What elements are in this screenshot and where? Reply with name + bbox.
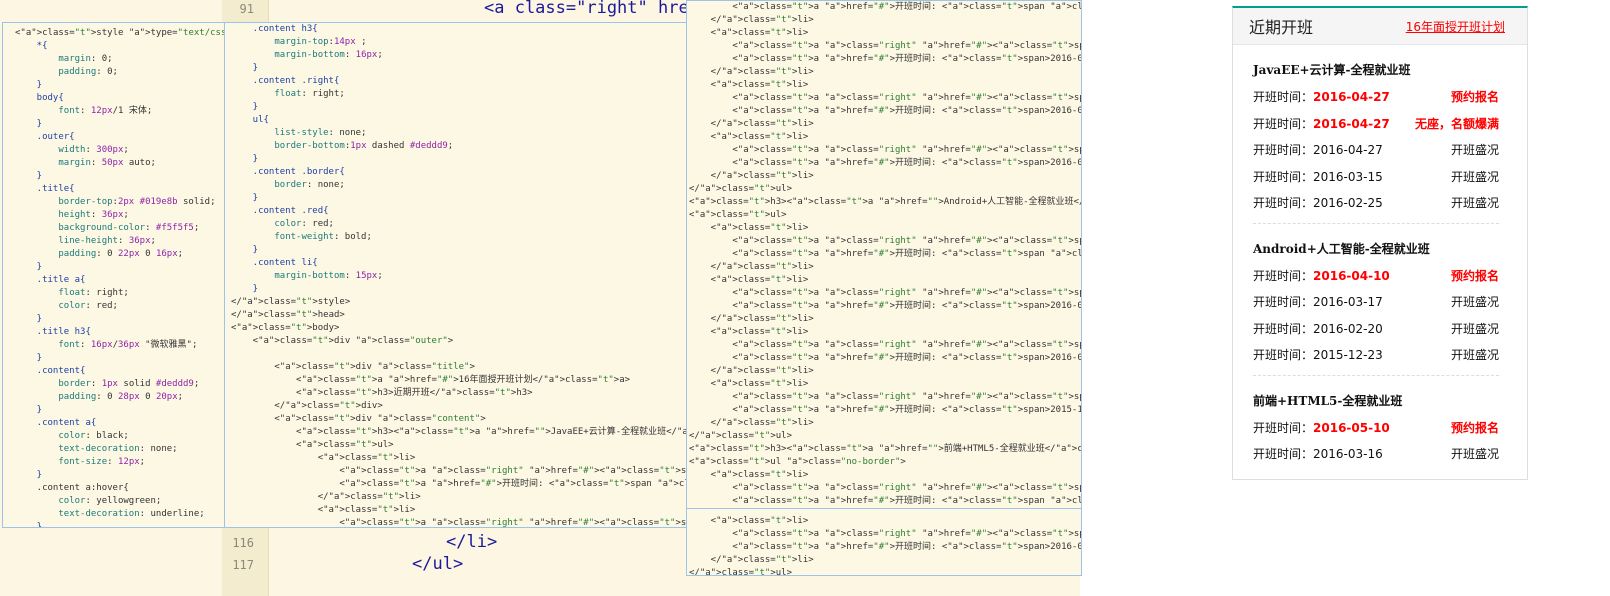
class-time-link[interactable]: 开班时间：2016-02-25 bbox=[1253, 194, 1383, 221]
code-pane-html-1[interactable]: <"a">class="t">a "a">href="#">开班时间: <"a"… bbox=[686, 0, 1082, 510]
code-block: .content h3{ margin-top:14px ; margin-bo… bbox=[231, 24, 687, 528]
class-row: 开班时间：2015-12-23 开班盛况 bbox=[1253, 346, 1499, 373]
class-status-link[interactable]: 开班盛况 bbox=[1451, 445, 1499, 472]
class-time-link[interactable]: 开班时间：2016-05-10 bbox=[1253, 419, 1390, 446]
editor-code-line[interactable]: <a class="right" href=" bbox=[484, 0, 719, 18]
code-pane-css-1[interactable]: <"a">class="t">style "a">type="text/css"… bbox=[2, 22, 226, 528]
class-date: 2016-03-15 bbox=[1313, 169, 1383, 184]
class-group: Android+人工智能-全程就业班 开班时间：2016-04-10 预约报名 开班时… bbox=[1253, 240, 1499, 376]
class-date: 2016-04-27 bbox=[1313, 116, 1390, 131]
class-time-link[interactable]: 开班时间：2016-03-16 bbox=[1253, 445, 1383, 472]
time-label: 开班时间： bbox=[1253, 268, 1314, 283]
class-time-link[interactable]: 开班时间：2016-03-15 bbox=[1253, 168, 1383, 195]
class-status-link[interactable]: 开班盛况 bbox=[1451, 168, 1499, 195]
class-status-link[interactable]: 无座，名额爆满 bbox=[1415, 115, 1499, 142]
class-date: 2016-04-10 bbox=[1313, 268, 1390, 283]
class-row: 开班时间：2016-03-15 开班盛况 bbox=[1253, 168, 1499, 195]
class-row: 开班时间：2016-04-27 无座，名额爆满 bbox=[1253, 115, 1499, 142]
widget-title: 近期开班 bbox=[1249, 18, 1314, 37]
widget-title-bar: 近期开班 16年面授开班计划 bbox=[1233, 8, 1527, 45]
class-date: 2015-12-23 bbox=[1313, 348, 1383, 362]
plan-link[interactable]: 16年面授开班计划 bbox=[1406, 18, 1505, 35]
class-time-link[interactable]: 开班时间：2016-04-10 bbox=[1253, 267, 1390, 294]
class-status-link[interactable]: 开班盛况 bbox=[1451, 141, 1499, 168]
class-date: 2016-04-27 bbox=[1313, 143, 1383, 157]
class-status-link[interactable]: 开班盛况 bbox=[1451, 320, 1499, 347]
class-row: 开班时间：2016-05-10 预约报名 bbox=[1253, 419, 1499, 446]
class-status-link[interactable]: 预约报名 bbox=[1451, 419, 1499, 446]
time-label: 开班时间： bbox=[1253, 420, 1314, 435]
code-block: <"a">class="t">a "a">href="#">开班时间: <"a"… bbox=[689, 2, 1082, 506]
class-status-link[interactable]: 预约报名 bbox=[1451, 88, 1499, 115]
class-status-link[interactable]: 预约报名 bbox=[1451, 267, 1499, 294]
class-row: 开班时间：2016-02-20 开班盛况 bbox=[1253, 320, 1499, 347]
line-number: 117 bbox=[232, 558, 254, 572]
class-date: 2016-02-20 bbox=[1313, 321, 1383, 336]
class-group: 前端+HTML5-全程就业班 开班时间：2016-05-10 预约报名 开班时间：20… bbox=[1253, 392, 1499, 474]
time-label: 开班时间： bbox=[1253, 169, 1314, 184]
time-label: 开班时间： bbox=[1253, 116, 1314, 131]
time-label: 开班时间： bbox=[1253, 447, 1314, 461]
class-time-link[interactable]: 开班时间：2016-04-27 bbox=[1253, 141, 1383, 168]
code-block: <"a">class="t">li> <"a">class="t">a "a">… bbox=[689, 516, 1081, 576]
class-time-link[interactable]: 开班时间：2016-04-27 bbox=[1253, 115, 1390, 142]
class-date: 2016-03-17 bbox=[1313, 295, 1383, 309]
class-row: 开班时间：2016-04-27 预约报名 bbox=[1253, 88, 1499, 115]
widget-content: JavaEE+云计算-全程就业班 开班时间：2016-04-27 预约报名 开班时间：… bbox=[1233, 61, 1527, 474]
editor-code-line[interactable]: </ul> bbox=[412, 554, 463, 574]
class-time-link[interactable]: 开班时间：2016-04-27 bbox=[1253, 88, 1390, 115]
class-row: 开班时间：2016-02-25 开班盛况 bbox=[1253, 194, 1499, 221]
class-date: 2016-04-27 bbox=[1313, 90, 1390, 104]
time-label: 开班时间： bbox=[1253, 143, 1314, 157]
editor-code-line[interactable]: </li> bbox=[446, 532, 497, 552]
code-block: <"a">class="t">style "a">type="text/css"… bbox=[15, 28, 225, 528]
class-status-link[interactable]: 开班盛况 bbox=[1451, 194, 1499, 221]
class-date: 2016-05-10 bbox=[1313, 420, 1390, 435]
recent-classes-widget: 近期开班 16年面授开班计划 JavaEE+云计算-全程就业班 开班时间：2016… bbox=[1232, 6, 1528, 480]
class-status-link[interactable]: 开班盛况 bbox=[1451, 293, 1499, 320]
class-status-link[interactable]: 开班盛况 bbox=[1451, 346, 1499, 373]
time-label: 开班时间： bbox=[1253, 90, 1314, 104]
class-time-link[interactable]: 开班时间：2016-02-20 bbox=[1253, 320, 1383, 347]
class-row: 开班时间：2016-04-27 开班盛况 bbox=[1253, 141, 1499, 168]
class-time-link[interactable]: 开班时间：2015-12-23 bbox=[1253, 346, 1383, 373]
class-date: 2016-03-16 bbox=[1313, 447, 1383, 461]
time-label: 开班时间： bbox=[1253, 295, 1314, 309]
class-row: 开班时间：2016-03-17 开班盛况 bbox=[1253, 293, 1499, 320]
class-date: 2016-02-25 bbox=[1313, 196, 1383, 210]
class-time-link[interactable]: 开班时间：2016-03-17 bbox=[1253, 293, 1383, 320]
line-number: 116 bbox=[232, 536, 254, 550]
code-pane-css-2[interactable]: .content h3{ margin-top:14px ; margin-bo… bbox=[224, 22, 688, 528]
class-group-title[interactable]: JavaEE+云计算-全程就业班 bbox=[1253, 61, 1499, 78]
class-group-title[interactable]: 前端+HTML5-全程就业班 bbox=[1253, 392, 1499, 409]
class-group-title[interactable]: Android+人工智能-全程就业班 bbox=[1253, 240, 1499, 257]
line-number: 91 bbox=[239, 2, 254, 16]
time-label: 开班时间： bbox=[1253, 321, 1314, 336]
class-row: 开班时间：2016-03-16 开班盛况 bbox=[1253, 445, 1499, 472]
code-pane-html-2[interactable]: <"a">class="t">li> <"a">class="t">a "a">… bbox=[686, 508, 1082, 576]
time-label: 开班时间： bbox=[1253, 348, 1314, 362]
time-label: 开班时间： bbox=[1253, 196, 1314, 210]
class-group: JavaEE+云计算-全程就业班 开班时间：2016-04-27 预约报名 开班时间：… bbox=[1253, 61, 1499, 224]
class-row: 开班时间：2016-04-10 预约报名 bbox=[1253, 267, 1499, 294]
